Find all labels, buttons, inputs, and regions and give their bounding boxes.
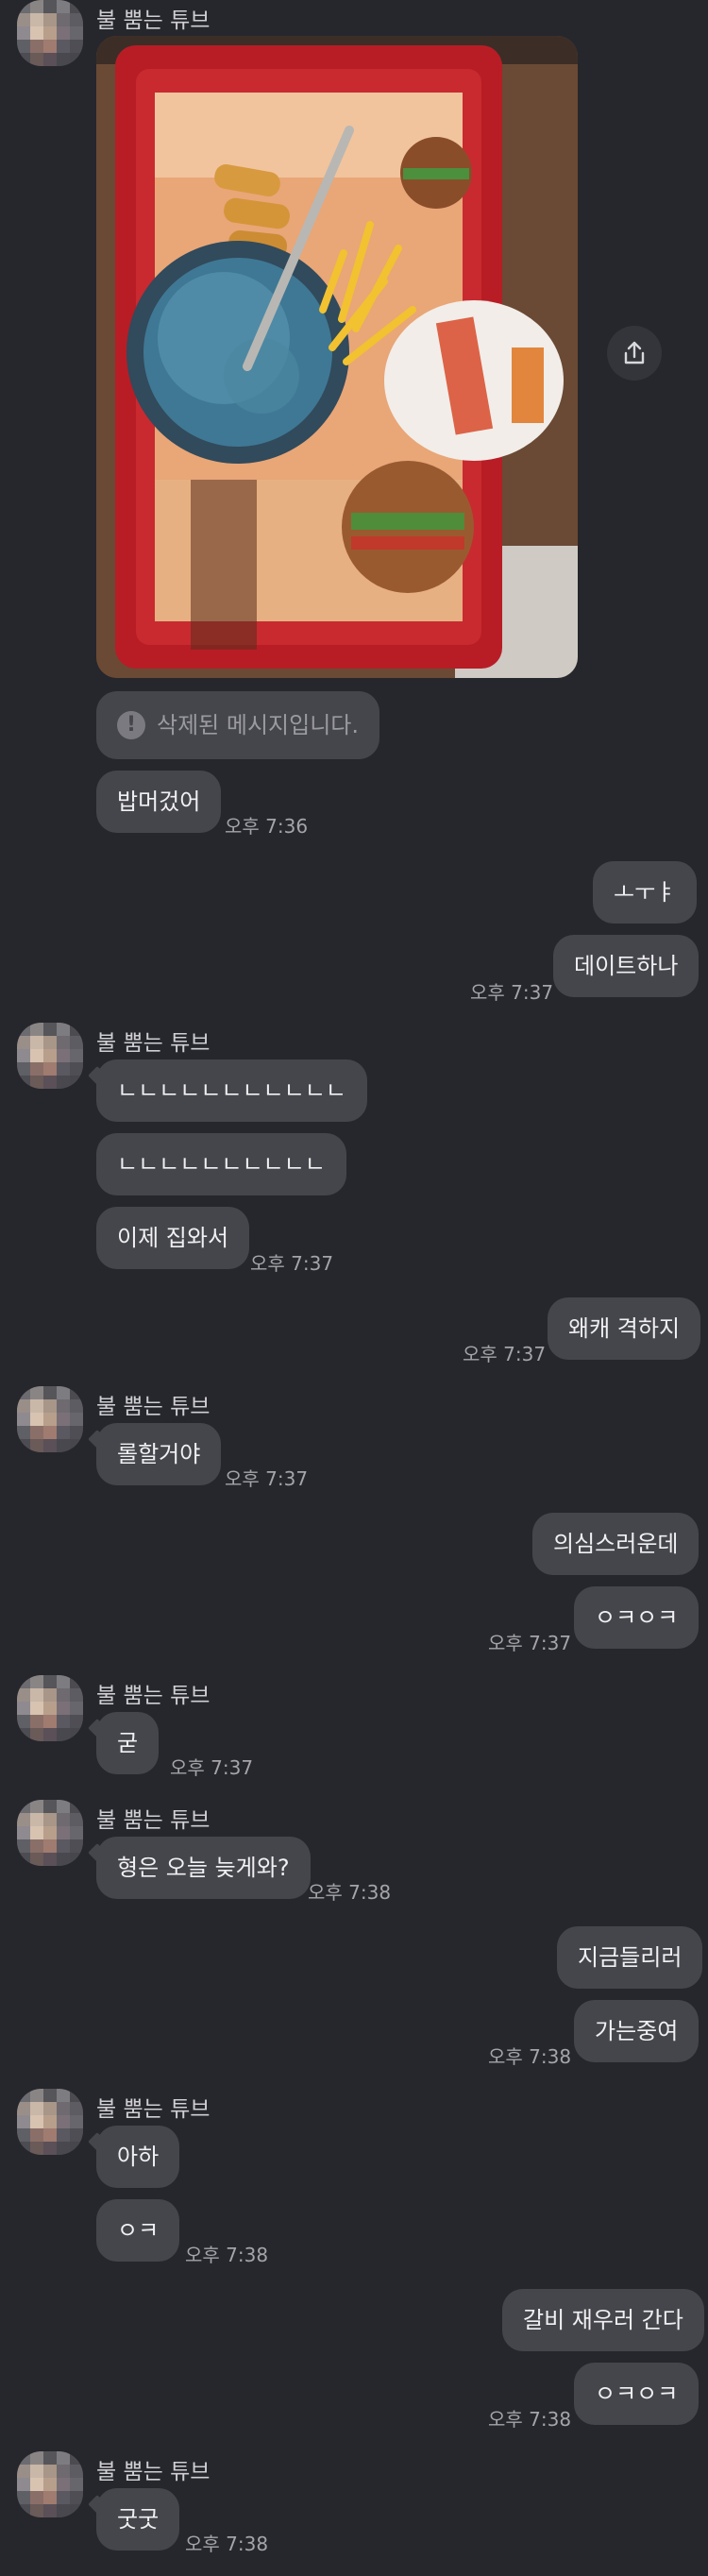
sender-name: 불 뿜는 튜브	[96, 1684, 211, 1708]
message-text: ㅇㅋㅇㅋ	[595, 2381, 679, 2407]
deleted-message-bubble: ! 삭제된 메시지입니다.	[96, 691, 379, 759]
message-bubble[interactable]: ㄴㄴㄴㄴㄴㄴㄴㄴㄴㄴ	[96, 1133, 346, 1195]
avatar[interactable]	[17, 1023, 83, 1089]
message-text: 밥머겄어	[117, 788, 201, 815]
message-bubble[interactable]: 굳	[96, 1712, 160, 1774]
timestamp: 오후 7:38	[185, 2244, 269, 2266]
share-icon	[624, 341, 645, 364]
message-text: 왜캐 격하지	[568, 1315, 681, 1342]
timestamp: 오후 7:37	[488, 1632, 572, 1654]
message-text: 의심스러운데	[553, 1531, 679, 1557]
message-text: 갈비 재우러 간다	[523, 2307, 683, 2333]
message-bubble[interactable]: ㅇㅋ	[96, 2199, 180, 2262]
message-bubble[interactable]: 형은 오늘 늦게와?	[96, 1837, 311, 1899]
my-message-bubble[interactable]: ㅇㅋㅇㅋ	[574, 2363, 700, 2425]
timestamp: 오후 7:38	[488, 2045, 572, 2068]
message-bubble[interactable]: 굿굿	[96, 2488, 180, 2551]
share-button[interactable]	[607, 326, 662, 381]
my-message-bubble[interactable]: 데이트하나	[553, 935, 700, 997]
deleted-message-text: 삭제된 메시지입니다.	[157, 712, 359, 738]
message-text: 롤할거야	[117, 1441, 201, 1467]
message-text: 굿굿	[117, 2506, 160, 2533]
sender-name: 불 뿜는 튜브	[96, 8, 211, 33]
sender-name: 불 뿜는 튜브	[96, 2097, 211, 2122]
message-bubble[interactable]: 이제 집와서	[96, 1207, 250, 1269]
sender-name: 불 뿜는 튜브	[96, 1808, 211, 1833]
my-message-bubble[interactable]: 가는중여	[574, 2000, 700, 2062]
my-message-bubble[interactable]: 지금들리러	[557, 1926, 703, 1989]
timestamp: 오후 7:36	[225, 815, 309, 838]
message-text: 형은 오늘 늦게와?	[117, 1855, 290, 1881]
warning-icon: !	[117, 711, 145, 739]
timestamp: 오후 7:37	[250, 1252, 334, 1275]
timestamp: 오후 7:37	[463, 1343, 547, 1365]
my-message-bubble[interactable]: ㅗㅜㅑ	[593, 861, 698, 924]
message-text: 아하	[117, 2144, 160, 2170]
message-text: ㅇㅋㅇㅋ	[595, 1604, 679, 1631]
food-photo-image[interactable]	[96, 36, 578, 678]
timestamp: 오후 7:37	[470, 981, 554, 1004]
sender-name: 불 뿜는 튜브	[96, 2460, 211, 2484]
timestamp: 오후 7:38	[488, 2408, 572, 2431]
message-text: ㅗㅜㅑ	[614, 879, 677, 906]
my-message-bubble[interactable]: 의심스러운데	[532, 1513, 700, 1575]
avatar[interactable]	[17, 1386, 83, 1452]
sender-name: 불 뿜는 튜브	[96, 1031, 211, 1056]
message-text: 이제 집와서	[117, 1225, 229, 1251]
avatar[interactable]	[17, 1675, 83, 1741]
timestamp: 오후 7:37	[225, 1467, 309, 1490]
message-text: ㄴㄴㄴㄴㄴㄴㄴㄴㄴㄴㄴ	[117, 1077, 346, 1104]
timestamp: 오후 7:38	[185, 2533, 269, 2555]
message-text: 굳	[117, 1730, 139, 1756]
message-bubble[interactable]: 아하	[96, 2126, 180, 2188]
my-message-bubble[interactable]: ㅇㅋㅇㅋ	[574, 1586, 700, 1649]
message-text: 데이트하나	[574, 953, 679, 979]
avatar[interactable]	[17, 0, 83, 66]
my-message-bubble[interactable]: 갈비 재우러 간다	[502, 2289, 704, 2351]
avatar[interactable]	[17, 2089, 83, 2155]
message-text: 가는중여	[595, 2018, 679, 2044]
message-text: ㄴㄴㄴㄴㄴㄴㄴㄴㄴㄴ	[117, 1151, 326, 1178]
message-text: 지금들리러	[578, 1944, 683, 1971]
message-bubble[interactable]: ㄴㄴㄴㄴㄴㄴㄴㄴㄴㄴㄴ	[96, 1059, 367, 1122]
timestamp: 오후 7:38	[308, 1881, 392, 1904]
message-bubble[interactable]: 밥머겄어	[96, 771, 222, 833]
message-text: ㅇㅋ	[117, 2217, 160, 2244]
timestamp: 오후 7:37	[170, 1756, 254, 1779]
avatar[interactable]	[17, 1800, 83, 1866]
message-bubble[interactable]: 롤할거야	[96, 1423, 222, 1485]
my-message-bubble[interactable]: 왜캐 격하지	[548, 1297, 701, 1360]
avatar[interactable]	[17, 2451, 83, 2517]
sender-name: 불 뿜는 튜브	[96, 1395, 211, 1419]
